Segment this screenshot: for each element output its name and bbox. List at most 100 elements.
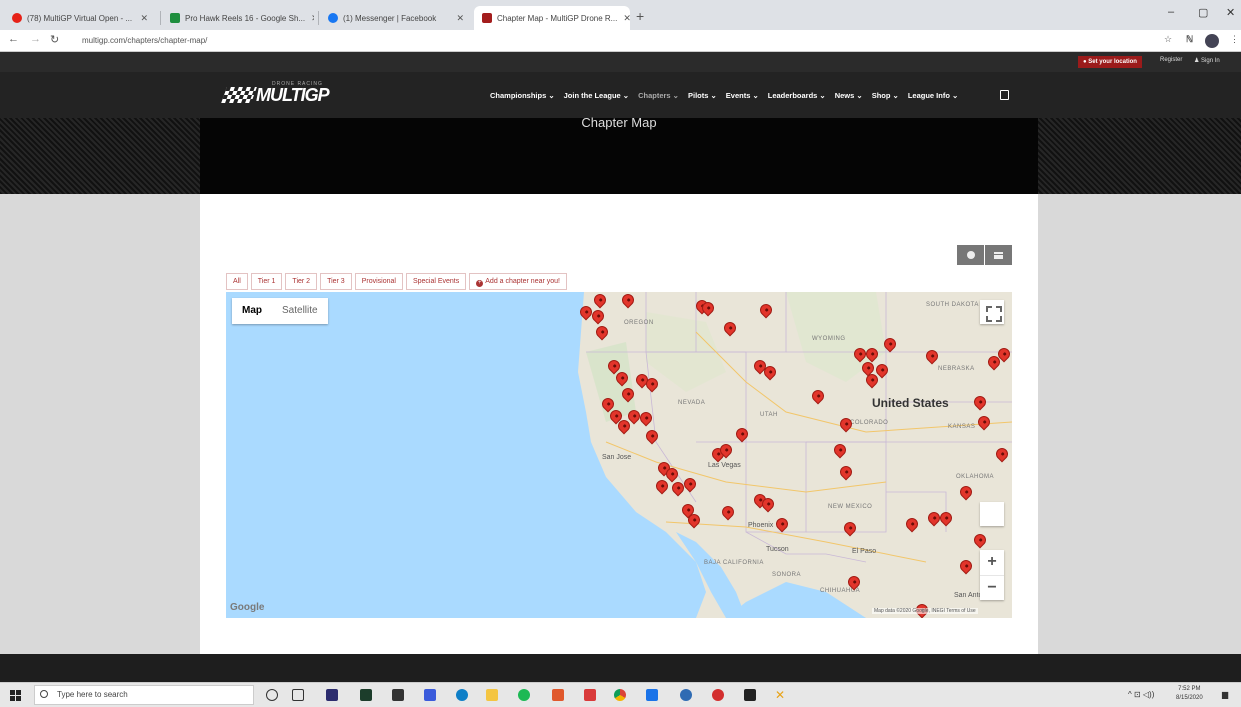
sign-in-link[interactable]: ♟ Sign In <box>1194 57 1220 64</box>
zoom-out-button[interactable]: − <box>980 575 1004 600</box>
filter-all[interactable]: All <box>226 273 248 290</box>
close-icon[interactable]: ✕ <box>134 13 148 24</box>
region-label: SOUTH DAKOTA <box>926 302 979 308</box>
forward-icon[interactable]: → <box>30 33 41 45</box>
app-icon[interactable] <box>744 689 756 701</box>
star-icon[interactable]: ☆ <box>1164 34 1172 45</box>
menu-leaderboards[interactable]: Leaderboards ⌄ <box>768 91 826 100</box>
edge-icon[interactable] <box>456 689 468 701</box>
app-icon[interactable] <box>646 689 658 701</box>
close-icon[interactable]: ✕ <box>305 13 314 24</box>
city-label: Phoenix <box>748 522 774 529</box>
app-icon[interactable] <box>392 689 404 701</box>
menu-league-info[interactable]: League Info ⌄ <box>908 91 958 100</box>
menu-dots-icon[interactable]: ⋮ <box>1230 34 1239 45</box>
windows-start-icon[interactable] <box>10 690 21 701</box>
set-location-button[interactable]: ● Set your location <box>1078 56 1142 68</box>
taskbar-search-placeholder: Type here to search <box>57 690 128 699</box>
taskbar-search-input[interactable]: Type here to search <box>34 685 254 705</box>
tab-title: Chapter Map - MultiGP Drone R... <box>497 13 618 23</box>
task-view-icon[interactable] <box>292 689 304 701</box>
tab-title: (78) MultiGP Virtual Open - ... <box>27 13 133 23</box>
file-explorer-icon[interactable] <box>486 689 498 701</box>
register-link[interactable]: Register <box>1160 57 1182 63</box>
multigp-logo[interactable]: MULTIGP DRONE RACING <box>221 81 330 106</box>
browser-tab-2[interactable]: Pro Hawk Reels 16 - Google Sh... ✕ <box>162 6 314 30</box>
chrome-icon[interactable] <box>614 689 626 701</box>
menu-chapters[interactable]: Chapters ⌄ <box>638 91 679 100</box>
extension-icon[interactable]: ℕ <box>1186 34 1193 45</box>
fullscreen-button[interactable] <box>980 300 1004 324</box>
map-type-satellite[interactable]: Satellite <box>272 298 328 324</box>
filter-provisional[interactable]: Provisional <box>354 273 403 290</box>
zoom-in-button[interactable]: + <box>980 550 1004 575</box>
cortana-icon[interactable] <box>266 689 278 701</box>
city-label: Las Vegas <box>708 462 741 469</box>
country-label: United States <box>872 396 949 410</box>
map-type-map[interactable]: Map <box>232 298 272 324</box>
region-label: NEVADA <box>678 400 706 406</box>
restore-icon[interactable]: ▢ <box>1198 6 1208 19</box>
close-icon[interactable]: ✕ <box>617 13 630 24</box>
windows-taskbar: Type here to search ✕ ^ ⊡ ◁)) 7:52 PM 8/… <box>0 682 1241 707</box>
tab-title: (1) Messenger | Facebook <box>343 13 437 23</box>
filter-special-events[interactable]: Special Events <box>405 273 467 290</box>
globe-icon <box>966 251 975 259</box>
window-close-icon[interactable]: ✕ <box>1226 6 1235 19</box>
menu-shop[interactable]: Shop ⌄ <box>872 91 899 100</box>
menu-pilots[interactable]: Pilots ⌄ <box>688 91 717 100</box>
region-label: SONORA <box>772 572 802 578</box>
search-icon <box>40 690 48 698</box>
back-icon[interactable]: ← <box>8 33 19 45</box>
app-icon[interactable] <box>584 689 596 701</box>
minimize-icon[interactable]: – <box>1168 6 1174 18</box>
street-view-button[interactable] <box>980 502 1004 526</box>
new-tab-icon[interactable]: + <box>636 8 644 24</box>
list-view-button[interactable] <box>985 245 1012 265</box>
map-view-button[interactable] <box>957 245 984 265</box>
app-icon[interactable] <box>360 689 372 701</box>
city-label: Tucson <box>766 546 789 553</box>
filter-tier-1[interactable]: Tier 1 <box>250 273 283 290</box>
city-label: El Paso <box>852 548 877 555</box>
app-icon[interactable] <box>518 689 530 701</box>
clock-time: 7:52 PM <box>1178 686 1201 692</box>
messenger-icon <box>328 13 338 23</box>
app-icon[interactable] <box>552 689 564 701</box>
browser-tab-4[interactable]: Chapter Map - MultiGP Drone R... ✕ <box>474 6 630 30</box>
app-icon[interactable] <box>680 689 692 701</box>
url-input[interactable]: multigp.com/chapters/chapter-map/ <box>70 33 1150 49</box>
menu-join-league[interactable]: Join the League ⌄ <box>564 91 629 100</box>
region-label: NEW MEXICO <box>828 504 873 510</box>
cart-icon[interactable] <box>1000 90 1009 100</box>
browser-tab-3[interactable]: (1) Messenger | Facebook ✕ <box>320 6 472 30</box>
list-icon <box>994 251 1003 259</box>
url-text: multigp.com/chapters/chapter-map/ <box>82 36 208 45</box>
browser-tab-bar: (78) MultiGP Virtual Open - ... ✕ Pro Ha… <box>0 0 1241 30</box>
taskbar-clock[interactable]: 7:52 PM 8/15/2020 <box>1176 685 1203 703</box>
close-icon[interactable]: ✕ <box>450 13 464 24</box>
zoom-control: + − <box>980 550 1004 600</box>
chapter-map[interactable]: OREGON NEVADA UTAH WYOMING COLORADO NEW … <box>226 292 1012 618</box>
region-label: WYOMING <box>812 336 846 342</box>
filter-tier-2[interactable]: Tier 2 <box>285 273 318 290</box>
browser-tab-1[interactable]: (78) MultiGP Virtual Open - ... ✕ <box>4 6 156 30</box>
app-icon[interactable] <box>326 689 338 701</box>
menu-news[interactable]: News ⌄ <box>835 91 863 100</box>
filter-tier-3[interactable]: Tier 3 <box>320 273 352 290</box>
add-chapter-button[interactable]: + Add a chapter near you! <box>469 273 567 290</box>
app-icon[interactable] <box>712 689 724 701</box>
checkered-flag-icon <box>221 87 257 103</box>
profile-avatar[interactable] <box>1205 34 1219 48</box>
notification-icon[interactable]: ▆ <box>1222 690 1228 699</box>
google-logo: Google <box>230 602 265 613</box>
map-attribution[interactable]: Map data ©2020 Google, INEGI Terms of Us… <box>872 608 978 614</box>
menu-championships[interactable]: Championships ⌄ <box>490 91 555 100</box>
reload-icon[interactable]: ↻ <box>50 33 59 46</box>
region-label: KANSAS <box>948 424 976 430</box>
tray-icons[interactable]: ^ ⊡ ◁)) <box>1128 690 1154 699</box>
menu-events[interactable]: Events ⌄ <box>726 91 759 100</box>
tab-separator <box>160 11 161 25</box>
app-icon[interactable]: ✕ <box>774 689 786 701</box>
app-icon[interactable] <box>424 689 436 701</box>
